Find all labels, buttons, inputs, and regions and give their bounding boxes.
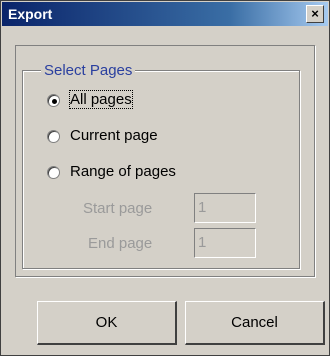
radio-button[interactable] (47, 166, 60, 179)
close-button[interactable]: × (306, 5, 324, 23)
end-page-field[interactable]: 1 (194, 228, 256, 258)
radio-button[interactable] (47, 130, 60, 143)
ok-button[interactable]: OK (37, 301, 177, 345)
radio-label: Range of pages (70, 163, 176, 180)
radio-label: All pages (69, 90, 133, 109)
dialog-title: Export (8, 6, 53, 22)
start-page-label: Start page (83, 200, 153, 217)
close-icon: × (311, 6, 319, 21)
export-dialog: Export × Select Pages All pages Current … (0, 0, 330, 356)
radio-label: Current page (70, 127, 158, 144)
radio-button[interactable] (47, 94, 60, 107)
group-label: Select Pages (41, 62, 136, 79)
radio-selected-dot (52, 99, 57, 104)
start-page-field[interactable]: 1 (194, 193, 256, 223)
cancel-button[interactable]: Cancel (185, 301, 325, 345)
title-bar[interactable]: Export × (2, 2, 328, 26)
end-page-label: End page (88, 235, 153, 252)
